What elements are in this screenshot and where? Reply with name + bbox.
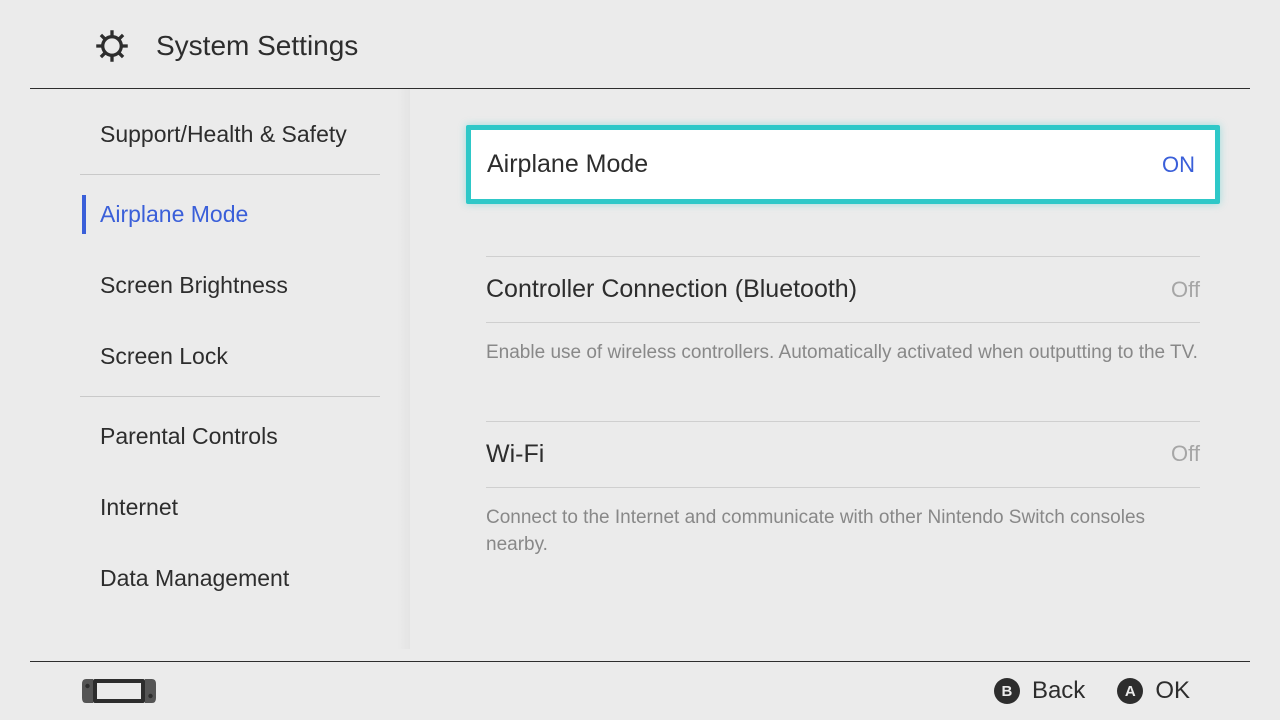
footer-action-label: OK [1155,677,1190,705]
setting-label: Wi-Fi [486,440,544,469]
setting-airplane-mode-toggle[interactable]: Airplane Mode ON [466,125,1220,204]
sidebar-item-label: Screen Lock [100,343,228,369]
sidebar-item-screen-brightness[interactable]: Screen Brightness [0,250,410,321]
footer-ok-action[interactable]: A OK [1117,677,1190,705]
main-panel: Airplane Mode ON Controller Connection (… [410,89,1280,649]
sidebar-item-label: Data Management [100,565,289,591]
sidebar-item-screen-lock[interactable]: Screen Lock [0,321,410,392]
setting-bluetooth-toggle[interactable]: Controller Connection (Bluetooth) Off [486,256,1200,323]
sidebar-item-label: Airplane Mode [100,201,248,227]
a-button-icon: A [1117,678,1143,704]
setting-label: Airplane Mode [487,150,648,179]
setting-description: Enable use of wireless controllers. Auto… [486,323,1200,367]
sidebar: Support/Health & Safety Airplane Mode Sc… [0,89,410,649]
setting-value: ON [1162,152,1195,178]
sidebar-item-data-management[interactable]: Data Management [0,543,410,614]
footer-action-label: Back [1032,677,1085,705]
console-icon [82,676,156,706]
sidebar-divider [80,396,380,397]
gear-icon [94,28,130,64]
footer-back-action[interactable]: B Back [994,677,1085,705]
setting-wifi: Wi-Fi Off Connect to the Internet and co… [466,421,1220,559]
sidebar-item-internet[interactable]: Internet [0,472,410,543]
setting-bluetooth: Controller Connection (Bluetooth) Off En… [466,256,1220,367]
sidebar-item-airplane-mode[interactable]: Airplane Mode [0,179,410,250]
b-button-icon: B [994,678,1020,704]
sidebar-divider [80,174,380,175]
content: Support/Health & Safety Airplane Mode Sc… [0,89,1280,649]
header: System Settings [30,0,1250,89]
sidebar-item-label: Screen Brightness [100,272,288,298]
sidebar-item-support[interactable]: Support/Health & Safety [0,99,410,170]
sidebar-item-label: Internet [100,494,178,520]
setting-value: Off [1171,441,1200,467]
setting-value: Off [1171,277,1200,303]
setting-description: Connect to the Internet and communicate … [486,488,1200,559]
setting-wifi-toggle[interactable]: Wi-Fi Off [486,421,1200,488]
sidebar-item-label: Parental Controls [100,423,278,449]
sidebar-item-label: Support/Health & Safety [100,121,347,147]
setting-label: Controller Connection (Bluetooth) [486,275,857,304]
sidebar-item-parental-controls[interactable]: Parental Controls [0,401,410,472]
footer: B Back A OK [30,661,1250,720]
page-title: System Settings [156,30,358,62]
